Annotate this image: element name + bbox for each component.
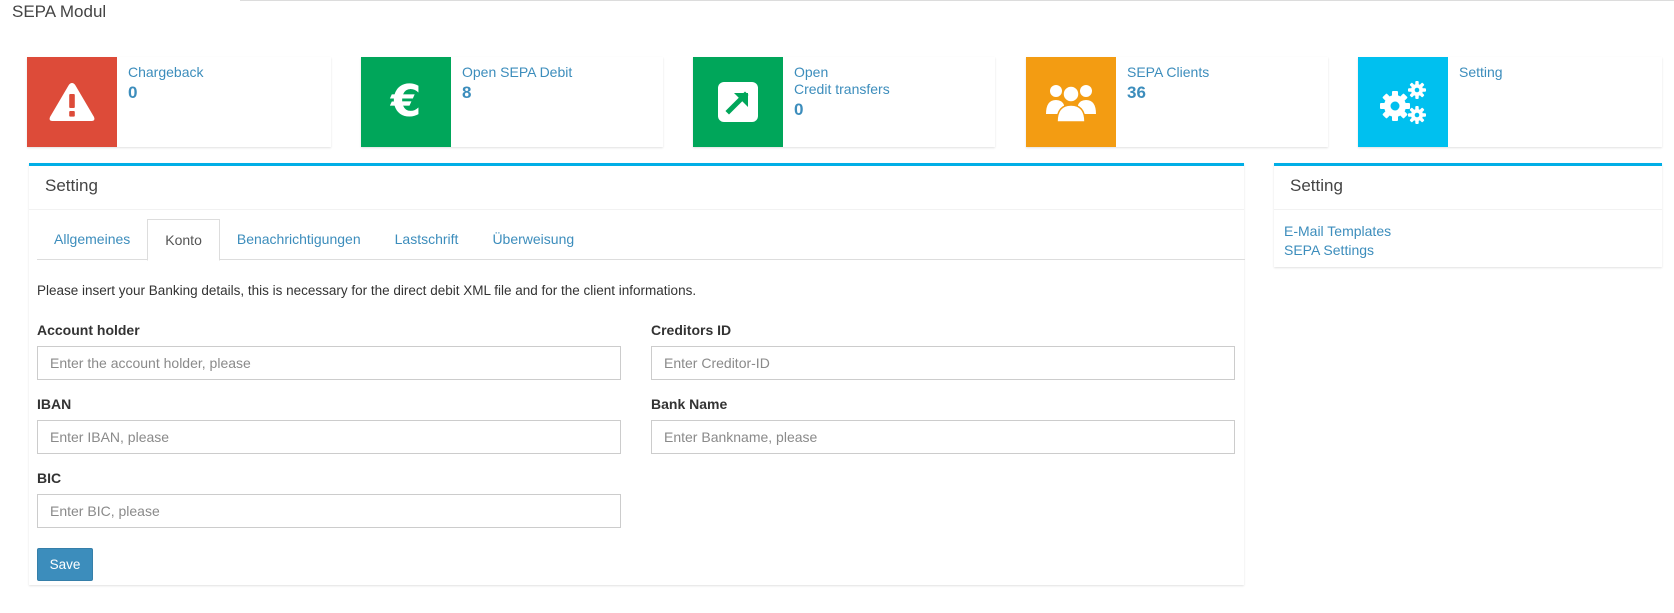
warning-icon bbox=[27, 57, 117, 147]
euro-icon: € bbox=[361, 57, 451, 147]
tile-label[interactable]: Open bbox=[794, 64, 890, 81]
tile-open-credit-transfers[interactable]: Open Credit transfers 0 bbox=[693, 57, 995, 147]
side-settings-title: Setting bbox=[1274, 166, 1662, 210]
tile-label[interactable]: SEPA Clients bbox=[1127, 64, 1209, 81]
tile-setting[interactable]: Setting bbox=[1358, 57, 1662, 147]
bank-name-label: Bank Name bbox=[651, 396, 728, 412]
tab-benachrichtigungen[interactable]: Benachrichtigungen bbox=[220, 219, 378, 260]
tile-value: 8 bbox=[462, 83, 472, 102]
tile-value: 36 bbox=[1127, 83, 1146, 102]
bic-label: BIC bbox=[37, 470, 62, 486]
external-link-icon bbox=[693, 57, 783, 147]
side-settings-box: Setting E-Mail Templates SEPA Settings bbox=[1274, 163, 1662, 267]
tile-label-line2[interactable]: Credit transfers bbox=[794, 81, 890, 98]
tab-konto[interactable]: Konto bbox=[147, 219, 220, 261]
tab-lastschrift[interactable]: Lastschrift bbox=[378, 219, 476, 260]
module-title: SEPA Modul bbox=[12, 2, 107, 21]
top-divider bbox=[240, 0, 1674, 1]
banking-intro-text: Please insert your Banking details, this… bbox=[37, 283, 697, 298]
tile-label[interactable]: Setting bbox=[1459, 64, 1503, 81]
tile-label[interactable]: Chargeback bbox=[128, 64, 204, 81]
bic-input[interactable] bbox=[37, 494, 621, 528]
tile-label[interactable]: Open SEPA Debit bbox=[462, 64, 572, 81]
settings-box: Setting Allgemeines Konto Benachrichtigu… bbox=[29, 163, 1245, 585]
creditors-id-input[interactable] bbox=[651, 346, 1235, 380]
tile-open-sepa-debit[interactable]: € Open SEPA Debit 8 bbox=[361, 57, 663, 147]
settings-tabs: Allgemeines Konto Benachrichtigungen Las… bbox=[37, 219, 1245, 261]
users-icon bbox=[1026, 57, 1116, 147]
creditors-id-label: Creditors ID bbox=[651, 322, 732, 338]
email-templates-link[interactable]: E-Mail Templates bbox=[1284, 222, 1652, 241]
settings-box-title: Setting bbox=[29, 166, 1244, 210]
bank-name-input[interactable] bbox=[651, 420, 1235, 454]
account-holder-input[interactable] bbox=[37, 346, 621, 380]
save-button[interactable]: Save bbox=[37, 548, 93, 581]
gears-icon bbox=[1358, 57, 1448, 147]
iban-label: IBAN bbox=[37, 396, 72, 412]
tile-value: 0 bbox=[128, 83, 138, 102]
tile-sepa-clients[interactable]: SEPA Clients 36 bbox=[1026, 57, 1328, 147]
sepa-settings-link[interactable]: SEPA Settings bbox=[1284, 241, 1652, 260]
tile-chargeback[interactable]: Chargeback 0 bbox=[27, 57, 331, 147]
tile-value: 0 bbox=[794, 100, 804, 119]
tab-allgemeines[interactable]: Allgemeines bbox=[37, 219, 147, 260]
tab-ueberweisung[interactable]: Überweisung bbox=[475, 219, 591, 260]
account-holder-label: Account holder bbox=[37, 322, 140, 338]
iban-input[interactable] bbox=[37, 420, 621, 454]
